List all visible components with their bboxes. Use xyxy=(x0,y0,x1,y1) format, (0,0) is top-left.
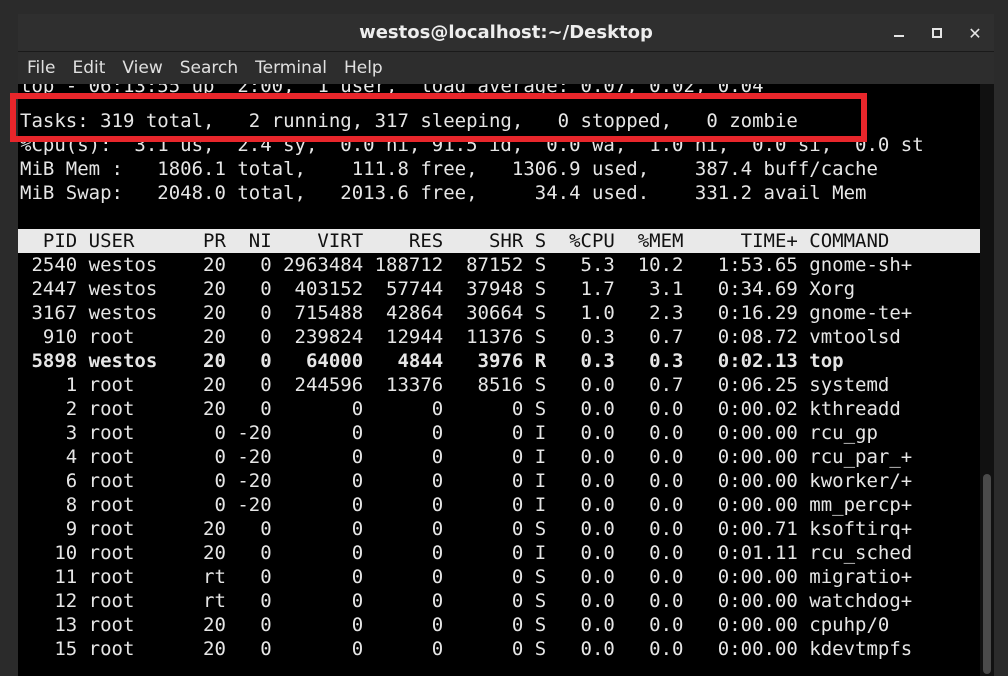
menu-view[interactable]: View xyxy=(122,58,162,78)
minimize-button[interactable] xyxy=(880,14,918,52)
process-header-text: PID USER PR NI VIRT RES SHR S %CPU %MEM … xyxy=(20,230,890,252)
terminal-window: westos@localhost:~/Desktop ✕ File Edit V… xyxy=(0,0,1008,676)
title-bar[interactable]: westos@localhost:~/Desktop ✕ xyxy=(18,14,994,52)
menu-help[interactable]: Help xyxy=(344,58,383,78)
maximize-icon xyxy=(932,28,942,38)
process-row-11: 11 root rt 0 0 0 0 S 0.0 0.0 0:00.00 mig… xyxy=(20,566,913,588)
process-row-5898: 5898 westos 20 0 64000 4844 3976 R 0.3 0… xyxy=(20,350,844,372)
process-row-8: 8 root 0 -20 0 0 0 I 0.0 0.0 0:00.00 mm_… xyxy=(20,494,913,516)
process-row-6: 6 root 0 -20 0 0 0 I 0.0 0.0 0:00.00 kwo… xyxy=(20,470,913,492)
close-button[interactable]: ✕ xyxy=(956,14,994,52)
terminal-output[interactable]: top - 06:13:55 up 2:00, 1 user, load ave… xyxy=(18,84,980,676)
menu-bar: File Edit View Search Terminal Help xyxy=(18,52,994,84)
process-row-13: 13 root 20 0 0 0 0 S 0.0 0.0 0:00.00 cpu… xyxy=(20,614,890,636)
minimize-icon xyxy=(894,35,904,37)
window-title: westos@localhost:~/Desktop xyxy=(359,22,653,43)
process-row-2540: 2540 westos 20 0 2963484 188712 87152 S … xyxy=(20,254,913,276)
close-icon: ✕ xyxy=(968,23,982,43)
process-row-1: 1 root 20 0 244596 13376 8516 S 0.0 0.7 … xyxy=(20,374,890,396)
menu-file[interactable]: File xyxy=(27,58,55,78)
window-controls: ✕ xyxy=(880,14,994,52)
process-row-910: 910 root 20 0 239824 12944 11376 S 0.3 0… xyxy=(20,326,901,348)
menu-terminal[interactable]: Terminal xyxy=(255,58,327,78)
process-row-2447: 2447 westos 20 0 403152 57744 37948 S 1.… xyxy=(20,278,856,300)
process-row-2: 2 root 20 0 0 0 0 S 0.0 0.0 0:00.02 kthr… xyxy=(20,398,901,420)
cpu-line: %Cpu(s): 3.1 us, 2.4 sy, 0.0 ni, 91.5 id… xyxy=(20,134,924,156)
process-table-header: PID USER PR NI VIRT RES SHR S %CPU %MEM … xyxy=(18,229,980,253)
menu-search[interactable]: Search xyxy=(180,58,238,78)
terminal-scrollbar[interactable] xyxy=(980,84,994,676)
swap-line: MiB Swap: 2048.0 total, 2013.6 free, 34.… xyxy=(20,182,867,204)
uptime-line: top - 06:13:55 up 2:00, 1 user, load ave… xyxy=(20,84,764,97)
scrollbar-thumb[interactable] xyxy=(983,474,991,674)
process-row-10: 10 root 20 0 0 0 0 I 0.0 0.0 0:01.11 rcu… xyxy=(20,542,913,564)
process-row-9: 9 root 20 0 0 0 0 S 0.0 0.0 0:00.71 ksof… xyxy=(20,518,913,540)
process-row-3: 3 root 0 -20 0 0 0 I 0.0 0.0 0:00.00 rcu… xyxy=(20,422,878,444)
process-row-15: 15 root 20 0 0 0 0 S 0.0 0.0 0:00.00 kde… xyxy=(20,638,913,660)
process-row-4: 4 root 0 -20 0 0 0 I 0.0 0.0 0:00.00 rcu… xyxy=(20,446,913,468)
maximize-button[interactable] xyxy=(918,14,956,52)
process-row-12: 12 root rt 0 0 0 0 S 0.0 0.0 0:00.00 wat… xyxy=(20,590,913,612)
menu-edit[interactable]: Edit xyxy=(72,58,105,78)
memory-line: MiB Mem : 1806.1 total, 111.8 free, 1306… xyxy=(20,158,878,180)
process-row-3167: 3167 westos 20 0 715488 42864 30664 S 1.… xyxy=(20,302,913,324)
tasks-line: Tasks: 319 total, 2 running, 317 sleepin… xyxy=(20,110,798,132)
